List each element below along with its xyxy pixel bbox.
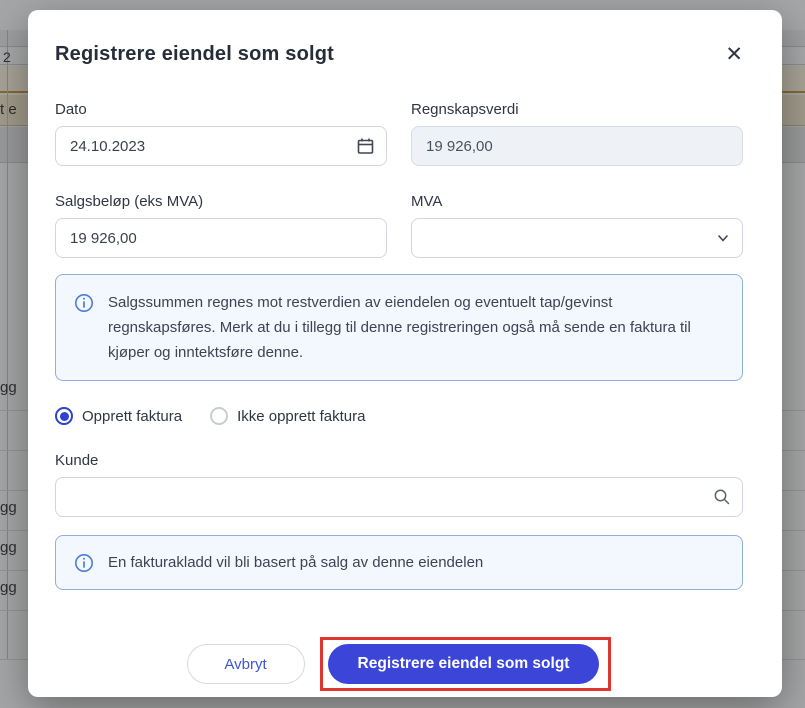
chevron-down-icon — [716, 231, 730, 245]
register-asset-sold-modal: Registrere eiendel som solgt ✕ Dato Regn… — [28, 10, 782, 697]
mva-field-group: MVA — [411, 193, 743, 258]
modal-title: Registrere eiendel som solgt — [55, 43, 334, 66]
radio-selected-icon — [55, 407, 73, 425]
salgsbelop-label: Salgsbeløp (eks MVA) — [55, 193, 387, 210]
kunde-field-group: Kunde — [55, 452, 743, 517]
info-box-sale-text: Salgssummen regnes mot restverdien av ei… — [108, 290, 722, 365]
kunde-label: Kunde — [55, 452, 743, 469]
info-box-invoice-draft-text: En fakturakladd vil bli basert på salg a… — [108, 550, 483, 575]
annotation-highlight: Registrere eiendel som solgt — [320, 637, 612, 691]
modal-header: Registrere eiendel som solgt ✕ — [55, 43, 743, 66]
invoice-option-radios: Opprett faktura Ikke opprett faktura — [55, 407, 743, 425]
info-box-sale: Salgssummen regnes mot restverdien av ei… — [55, 274, 743, 381]
register-sold-button[interactable]: Registrere eiendel som solgt — [328, 644, 600, 684]
dato-field-group: Dato — [55, 101, 387, 166]
info-icon — [74, 553, 94, 573]
mva-select[interactable] — [411, 218, 743, 258]
modal-footer: Avbryt Registrere eiendel som solgt — [55, 637, 743, 691]
radio-label: Ikke opprett faktura — [237, 408, 365, 425]
info-box-invoice-draft: En fakturakladd vil bli basert på salg a… — [55, 535, 743, 590]
radio-opprett-faktura[interactable]: Opprett faktura — [55, 407, 182, 425]
regnskapsverdi-label: Regnskapsverdi — [411, 101, 743, 118]
salgsbelop-input[interactable] — [55, 218, 387, 258]
cancel-button[interactable]: Avbryt — [187, 644, 305, 684]
salgsbelop-field-group: Salgsbeløp (eks MVA) — [55, 193, 387, 258]
mva-label: MVA — [411, 193, 743, 210]
search-icon — [713, 488, 731, 506]
dato-label: Dato — [55, 101, 387, 118]
regnskapsverdi-field-group: Regnskapsverdi — [411, 101, 743, 166]
close-icon[interactable]: ✕ — [725, 45, 743, 65]
regnskapsverdi-input — [411, 126, 743, 166]
radio-label: Opprett faktura — [82, 408, 182, 425]
radio-ikke-opprett-faktura[interactable]: Ikke opprett faktura — [210, 407, 365, 425]
info-icon — [74, 293, 94, 313]
kunde-search-input[interactable] — [55, 477, 743, 517]
calendar-icon[interactable] — [356, 137, 375, 156]
dato-input[interactable] — [55, 126, 387, 166]
radio-unselected-icon — [210, 407, 228, 425]
